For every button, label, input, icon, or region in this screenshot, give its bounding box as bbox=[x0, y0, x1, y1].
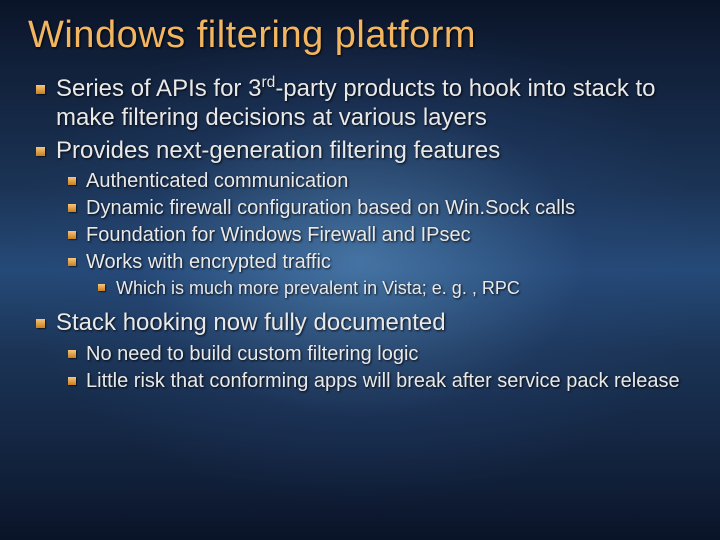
slide-title: Windows filtering platform bbox=[28, 14, 692, 57]
text-fragment: Series of APIs for 3 bbox=[56, 75, 261, 102]
bullet-level1: Stack hooking now fully documented bbox=[28, 309, 692, 338]
bullet-level2: Authenticated communication bbox=[28, 169, 692, 194]
bullet-level1: Provides next-generation filtering featu… bbox=[28, 137, 692, 166]
bullet-level3: Which is much more prevalent in Vista; e… bbox=[28, 277, 692, 300]
slide: Windows filtering platform Series of API… bbox=[0, 0, 720, 540]
bullet-level2: Works with encrypted traffic bbox=[28, 250, 692, 275]
bullet-level2: No need to build custom filtering logic bbox=[28, 342, 692, 367]
bullet-level2: Foundation for Windows Firewall and IPse… bbox=[28, 223, 692, 248]
bullet-level1: Series of APIs for 3rd-party products to… bbox=[28, 75, 692, 133]
superscript: rd bbox=[261, 74, 275, 91]
bullet-level2: Little risk that conforming apps will br… bbox=[28, 369, 692, 394]
bullet-level2: Dynamic firewall configuration based on … bbox=[28, 196, 692, 221]
